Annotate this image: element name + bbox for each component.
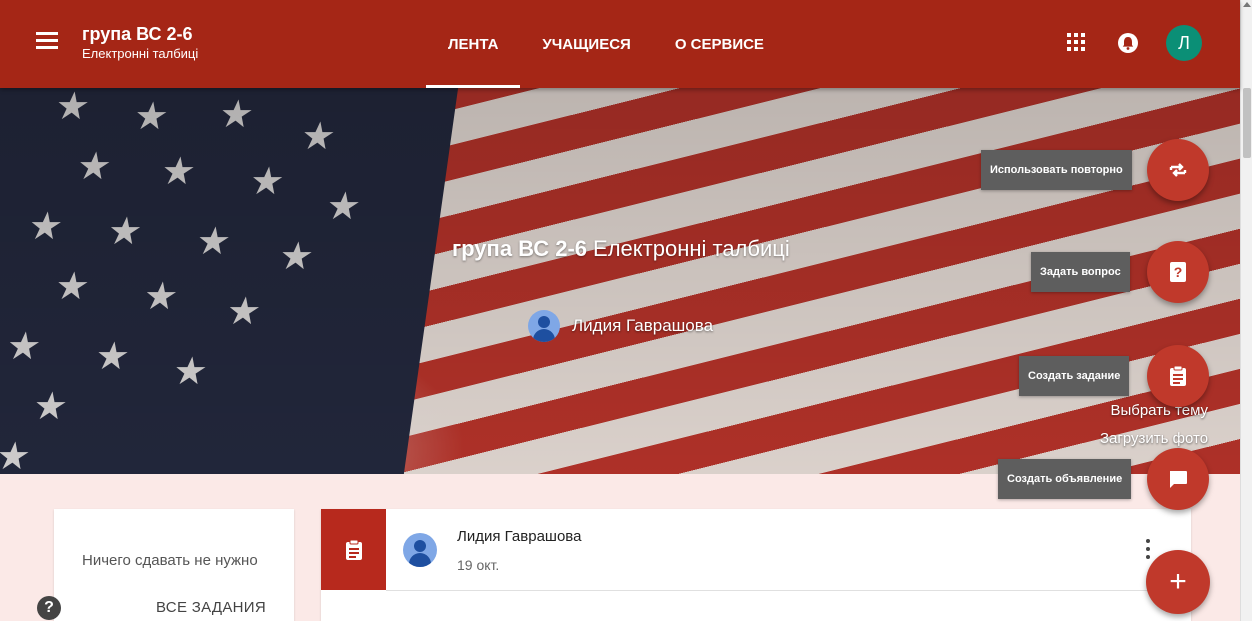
speed-dial-label-announcement[interactable]: Создать объявление [998, 459, 1132, 499]
upcoming-message: Ничего сдавать не нужно [82, 552, 258, 569]
class-subtitle: Електронні талбиці [82, 46, 199, 61]
top-app-bar: група ВС 2-6 Електронні талбиці ЛЕНТА УЧ… [0, 0, 1240, 88]
scroll-up-arrow-icon[interactable] [1243, 2, 1251, 7]
class-title[interactable]: група ВС 2-6 [82, 24, 192, 44]
upcoming-card: Ничего сдавать не нужно ВСЕ ЗАДАНИЯ [54, 509, 294, 621]
banner-class-subject: Електронні талбиці [593, 236, 790, 261]
scrollbar-thumb[interactable] [1243, 88, 1251, 158]
teacher-avatar-icon [528, 310, 560, 342]
bell-icon[interactable] [1117, 31, 1139, 55]
question-icon[interactable]: ? [1147, 241, 1209, 303]
svg-text:?: ? [1174, 264, 1183, 280]
speed-dial-label-reuse[interactable]: Использовать повторно [981, 150, 1132, 190]
speed-dial-label-question[interactable]: Задать вопрос [1031, 252, 1130, 292]
tab-bar: ЛЕНТА УЧАЩИЕСЯ О СЕРВИСЕ [426, 0, 786, 88]
banner-title: група ВС 2-6 Електронні талбиці [452, 236, 790, 262]
tab-students[interactable]: УЧАЩИЕСЯ [520, 0, 652, 88]
post-divider [386, 590, 1191, 591]
banner-links: Выбрать тему Загрузить фото [1100, 397, 1208, 453]
apps-grid-icon[interactable] [1067, 33, 1085, 51]
teacher-name: Лидия Гаврашова [572, 316, 714, 335]
all-tasks-link[interactable]: ВСЕ ЗАДАНИЯ [156, 599, 266, 616]
stream-post[interactable]: Лидия Гаврашова 19 окт. [321, 509, 1191, 621]
page-scrollbar[interactable] [1240, 0, 1252, 621]
speed-dial-main-button[interactable]: + [1146, 550, 1210, 614]
more-vert-icon[interactable] [1145, 539, 1151, 563]
menu-icon[interactable] [36, 30, 58, 50]
help-icon[interactable]: ? [37, 596, 61, 620]
assignment-create-icon[interactable] [1147, 345, 1209, 407]
tab-about[interactable]: О СЕРВИСЕ [653, 0, 786, 88]
reuse-icon[interactable] [1147, 139, 1209, 201]
speed-dial-label-assignment[interactable]: Создать задание [1019, 356, 1130, 396]
upload-photo-link[interactable]: Загрузить фото [1100, 425, 1208, 453]
announcement-icon[interactable] [1147, 448, 1209, 510]
teacher-info: Лидия Гаврашова [528, 310, 713, 342]
user-avatar[interactable]: Л [1166, 25, 1202, 61]
post-date: 19 окт. [457, 557, 500, 573]
post-author-avatar-icon [403, 533, 437, 567]
banner-class-name: група ВС 2-6 [452, 236, 588, 261]
post-author: Лидия Гаврашова [457, 528, 582, 545]
classroom-page: група ВС 2-6 Електронні талбиці ЛЕНТА УЧ… [0, 0, 1252, 621]
tab-stream[interactable]: ЛЕНТА [426, 0, 521, 88]
assignment-icon [321, 509, 386, 590]
